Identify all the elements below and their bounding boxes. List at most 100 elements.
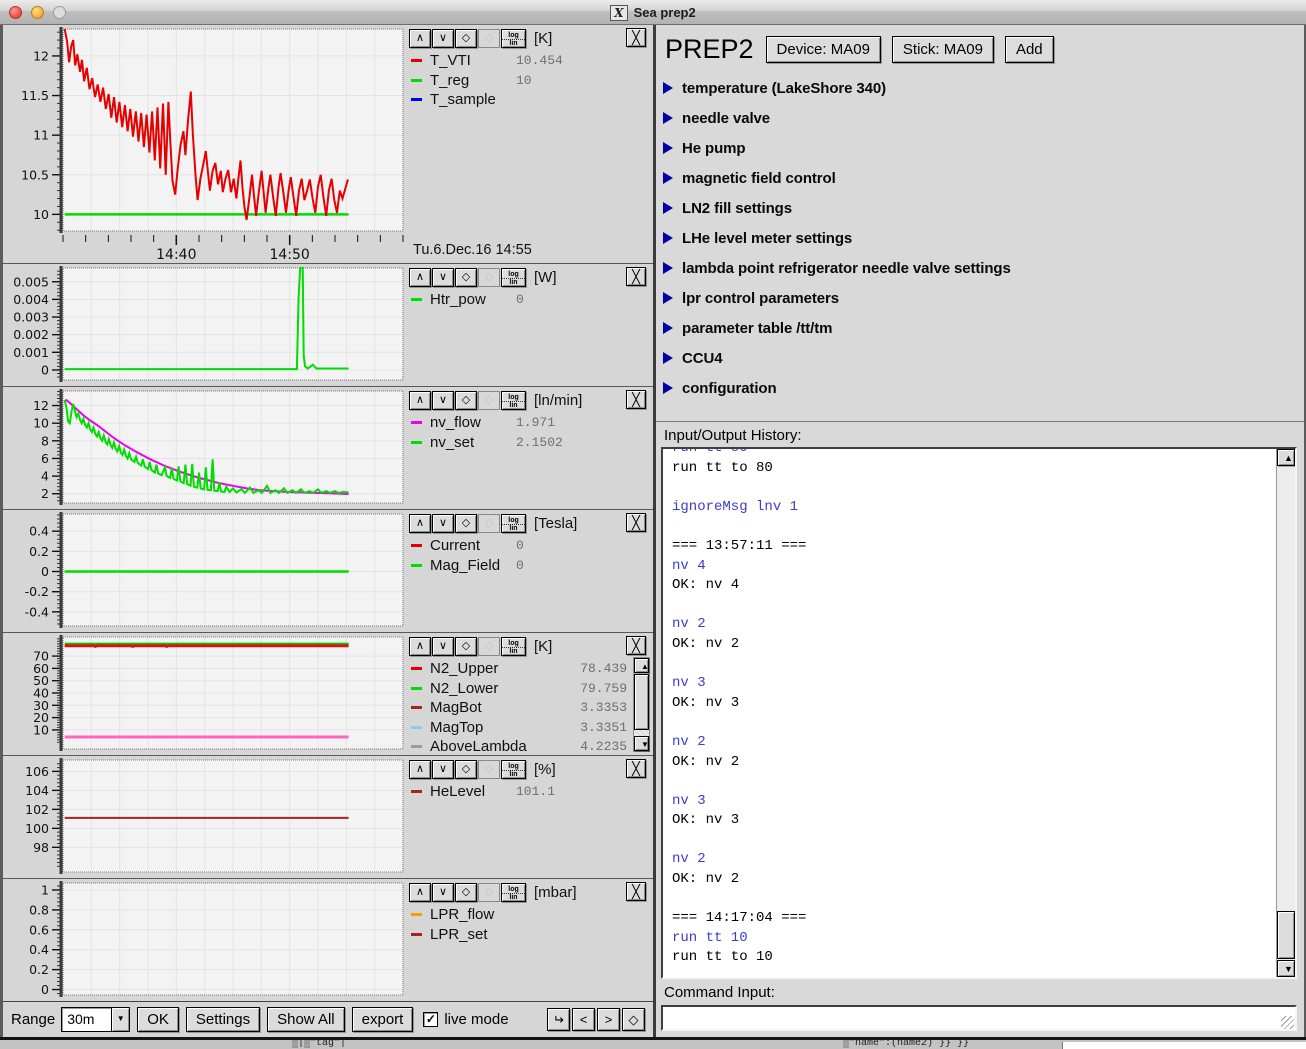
chart-zoom-button[interactable]: ◇ — [455, 514, 477, 533]
expander-triangle-icon[interactable] — [663, 172, 673, 184]
chart-plot: 00.0010.0020.0030.0040.005 — [3, 264, 405, 387]
sidebar-item-configuration[interactable]: configuration — [656, 373, 1304, 403]
chart-scroll-down-button[interactable]: ∨ — [432, 760, 454, 779]
chart-zoom-button[interactable]: ◇ — [455, 391, 477, 410]
chart-loglin-button[interactable]: loglin — [501, 391, 526, 410]
sidebar-item-magnetic[interactable]: magnetic field control — [656, 163, 1304, 193]
chart-loglin-button[interactable]: loglin — [501, 514, 526, 533]
sidebar-item-label: He pump — [682, 140, 745, 157]
expander-triangle-icon[interactable] — [663, 262, 673, 274]
history-scrollbar[interactable]: ▲ ▼ — [1276, 449, 1295, 977]
add-button[interactable]: Add — [1005, 36, 1054, 63]
expander-triangle-icon[interactable] — [663, 112, 673, 124]
chart-scroll-up-button[interactable]: ∧ — [409, 391, 431, 410]
sidebar-item-parameter[interactable]: parameter table /tt/tm — [656, 313, 1304, 343]
scrollbar-thumb[interactable] — [634, 674, 649, 730]
resize-grip-icon[interactable] — [1281, 1016, 1294, 1029]
chart-zoom-disabled-button[interactable]: ◇ — [478, 637, 500, 656]
chart-zoom-disabled-button[interactable]: ◇ — [478, 760, 500, 779]
chart-close-button[interactable]: ╳ — [626, 513, 646, 532]
chart-scroll-up-button[interactable]: ∧ — [409, 760, 431, 779]
range-dropdown[interactable]: 30m ▼ — [61, 1007, 130, 1032]
chevron-down-icon[interactable]: ▼ — [111, 1008, 129, 1031]
sidebar-item-lhe[interactable]: LHe level meter settings — [656, 223, 1304, 253]
series-value: 10.454 — [516, 53, 563, 68]
history-line — [672, 831, 1295, 851]
chart-zoom-disabled-button[interactable]: ◇ — [478, 514, 500, 533]
expander-triangle-icon[interactable] — [663, 142, 673, 154]
expand-icon: ◇ — [629, 1012, 639, 1027]
scroll-down-arrow-icon[interactable]: ▼ — [1277, 960, 1295, 977]
chart-zoom-button[interactable]: ◇ — [455, 883, 477, 902]
chart-zoom-disabled-button[interactable]: ◇ — [478, 391, 500, 410]
chart-zoom-disabled-button[interactable]: ◇ — [478, 883, 500, 902]
live-mode-checkbox[interactable]: ✓ — [423, 1012, 438, 1027]
sidebar-item-ln2[interactable]: LN2 fill settings — [656, 193, 1304, 223]
chart-close-button[interactable]: ╳ — [626, 882, 646, 901]
titlebar: XSea prep2 — [0, 0, 1306, 25]
loglin-log-label: log — [502, 886, 525, 894]
scroll-down-arrow-icon[interactable]: ▼ — [634, 736, 649, 751]
chart-close-button[interactable]: ╳ — [626, 390, 646, 409]
legend-scrollbar[interactable]: ▲▼ — [633, 657, 650, 752]
chart-zoom-disabled-button[interactable]: ◇ — [478, 268, 500, 287]
chart-zoom-button[interactable]: ◇ — [455, 29, 477, 48]
scroll-up-arrow-icon[interactable]: ▲ — [1277, 449, 1295, 466]
prev-nav-button[interactable]: < — [572, 1008, 595, 1031]
chart-scroll-down-button[interactable]: ∨ — [432, 268, 454, 287]
device-button[interactable]: Device: MA09 — [766, 36, 881, 63]
chart-zoom-button[interactable]: ◇ — [455, 760, 477, 779]
ok-button[interactable]: OK — [137, 1007, 179, 1032]
chart-loglin-button[interactable]: loglin — [501, 637, 526, 656]
sidebar-item-ccu4[interactable]: CCU4 — [656, 343, 1304, 373]
chart-scroll-down-button[interactable]: ∨ — [432, 29, 454, 48]
chart-close-button[interactable]: ╳ — [626, 759, 646, 778]
chart-loglin-button[interactable]: loglin — [501, 268, 526, 287]
chart-close-button[interactable]: ╳ — [626, 267, 646, 286]
expander-triangle-icon[interactable] — [663, 382, 673, 394]
io-history-box[interactable]: run tt 80run tt to 80 ignoreMsg lnv 1 ==… — [661, 447, 1297, 979]
expander-triangle-icon[interactable] — [663, 202, 673, 214]
chart-scroll-up-button[interactable]: ∧ — [409, 514, 431, 533]
next-nav-button[interactable]: > — [597, 1008, 620, 1031]
chart-row-3: -0.4-0.200.20.4∧∨◇◇loglin[Tesla]╳Current… — [3, 509, 653, 632]
expander-triangle-icon[interactable] — [663, 352, 673, 364]
sidebar-item-label: LHe level meter settings — [682, 230, 852, 247]
sidebar-item-he[interactable]: He pump — [656, 133, 1304, 163]
chart-zoom-button[interactable]: ◇ — [455, 637, 477, 656]
chart-scroll-down-button[interactable]: ∨ — [432, 391, 454, 410]
expander-triangle-icon[interactable] — [663, 292, 673, 304]
expand-nav-button[interactable]: ◇ — [622, 1008, 645, 1031]
chart-loglin-button[interactable]: loglin — [501, 760, 526, 779]
chart-zoom-disabled-button[interactable]: ◇ — [478, 29, 500, 48]
chart-scroll-down-button[interactable]: ∨ — [432, 637, 454, 656]
y-tick-label: 10 — [33, 416, 49, 431]
sidebar-item-needle[interactable]: needle valve — [656, 103, 1304, 133]
return-nav-button[interactable]: ↵ — [547, 1008, 570, 1031]
chart-scroll-up-button[interactable]: ∧ — [409, 29, 431, 48]
stick-button[interactable]: Stick: MA09 — [892, 36, 994, 63]
chart-loglin-button[interactable]: loglin — [501, 29, 526, 48]
chart-scroll-up-button[interactable]: ∧ — [409, 268, 431, 287]
export-button[interactable]: export — [352, 1007, 414, 1032]
expander-triangle-icon[interactable] — [663, 82, 673, 94]
expander-triangle-icon[interactable] — [663, 232, 673, 244]
scroll-up-arrow-icon[interactable]: ▲ — [634, 658, 649, 673]
series-name: T_VTI — [430, 52, 516, 69]
sidebar-item-temperature[interactable]: temperature (LakeShore 340) — [656, 73, 1304, 103]
sidebar-item-lambda[interactable]: lambda point refrigerator needle valve s… — [656, 253, 1304, 283]
chart-close-button[interactable]: ╳ — [626, 28, 646, 47]
sidebar-item-lpr[interactable]: lpr control parameters — [656, 283, 1304, 313]
command-input[interactable] — [661, 1005, 1297, 1031]
chart-close-button[interactable]: ╳ — [626, 636, 646, 655]
chart-scroll-down-button[interactable]: ∨ — [432, 883, 454, 902]
chart-scroll-down-button[interactable]: ∨ — [432, 514, 454, 533]
chart-loglin-button[interactable]: loglin — [501, 883, 526, 902]
settings-button[interactable]: Settings — [186, 1007, 260, 1032]
scrollbar-thumb[interactable] — [1277, 911, 1295, 959]
show-all-button[interactable]: Show All — [267, 1007, 345, 1032]
chart-scroll-up-button[interactable]: ∧ — [409, 883, 431, 902]
chart-zoom-button[interactable]: ◇ — [455, 268, 477, 287]
expander-triangle-icon[interactable] — [663, 322, 673, 334]
chart-scroll-up-button[interactable]: ∧ — [409, 637, 431, 656]
